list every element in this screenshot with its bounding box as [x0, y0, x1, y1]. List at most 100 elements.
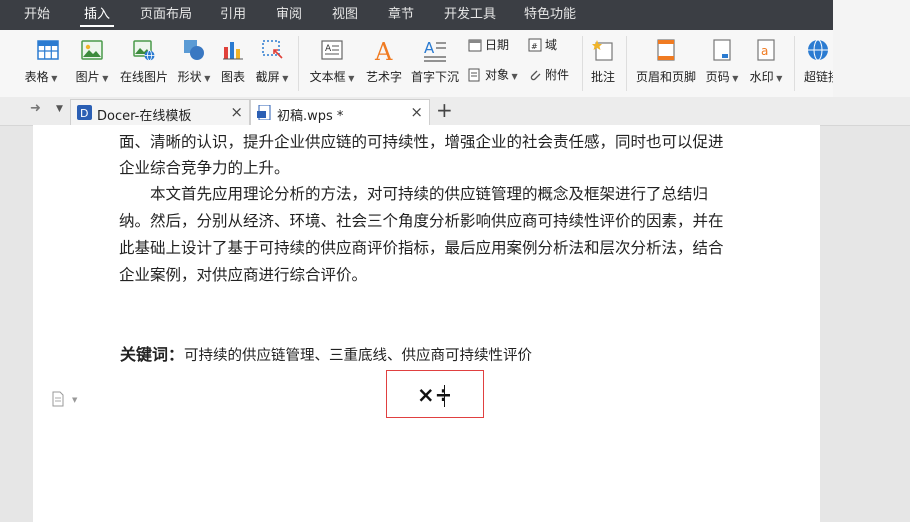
- hyperlink-button[interactable]: 超链接: [802, 30, 833, 97]
- date-button[interactable]: 日期: [468, 36, 509, 54]
- header-footer-label: 页眉和页脚: [635, 70, 696, 84]
- shape-icon: [184, 40, 204, 60]
- page-number-label: 页码: [705, 70, 730, 84]
- bar-chart-icon: [223, 42, 243, 60]
- text-line: 纳。然后，分别从经济、环境、社会三个角度分析影响供应商可持续性评价的因素，并在: [119, 212, 724, 230]
- object-label: 对象: [485, 68, 510, 82]
- comment-icon: [592, 40, 613, 61]
- watermark-button[interactable]: a 水印 ▼: [746, 30, 786, 97]
- close-icon[interactable]: ×: [230, 103, 243, 121]
- chevron-down-icon: ▼: [345, 74, 355, 83]
- tab-title: Docer-在线模板: [97, 109, 192, 124]
- menu-bar-right-area: [833, 0, 910, 30]
- online-picture-button[interactable]: 在线图片: [116, 30, 172, 97]
- textbox-icon: A: [321, 40, 343, 60]
- svg-text:D: D: [80, 107, 88, 120]
- chevron-down-icon[interactable]: ▼: [72, 396, 77, 404]
- object-button[interactable]: 对象 ▼: [468, 66, 518, 84]
- tab-references[interactable]: 引用: [220, 0, 246, 30]
- table-icon: [37, 40, 59, 60]
- chart-label: 图表: [220, 70, 245, 84]
- chevron-down-icon: ▼: [279, 74, 289, 83]
- online-picture-icon: [133, 40, 155, 61]
- close-icon[interactable]: ×: [410, 103, 423, 121]
- field-icon: #: [528, 38, 542, 52]
- header-footer-button[interactable]: 页眉和页脚: [634, 30, 698, 97]
- svg-text:A: A: [424, 39, 435, 57]
- wordart-button[interactable]: A 艺术字: [362, 30, 406, 97]
- calendar-icon: [468, 39, 482, 52]
- shape-button[interactable]: 形状 ▼: [174, 30, 214, 97]
- ribbon-toolbar: 表格 ▼ 图片 ▼ 在线图片 形状 ▼ 图表 截屏 ▼ A 文本框 ▼ A 艺术…: [0, 30, 833, 98]
- field-button[interactable]: # 域: [528, 36, 557, 54]
- online-picture-label: 在线图片: [119, 70, 168, 84]
- tab-docer-templates[interactable]: D Docer-在线模板 ×: [70, 99, 250, 125]
- screenshot-button[interactable]: 截屏 ▼: [252, 30, 292, 97]
- watermark-label: 水印: [749, 70, 774, 84]
- page-number-button[interactable]: 页码 ▼: [702, 30, 742, 97]
- chevron-down-icon: ▼: [729, 74, 739, 83]
- paragraph-layout-icon[interactable]: [52, 391, 66, 407]
- workspace-left-gutter: [0, 125, 33, 522]
- text-line: 本文首先应用理论分析的方法，对可持续的供应链管理的概念及框架进行了总结归: [150, 185, 709, 203]
- chart-button[interactable]: 图表: [216, 30, 250, 97]
- tab-insert[interactable]: 插入: [79, 0, 115, 30]
- text-line: 此基础上设计了基于可持续的供应商评价指标，最后应用案例分析法和层次分析法，结合: [119, 239, 724, 257]
- attachment-label: 附件: [545, 68, 570, 82]
- ribbon-divider: [582, 36, 583, 91]
- screenshot-icon: [262, 40, 283, 59]
- textbox-button[interactable]: A 文本框 ▼: [308, 30, 356, 97]
- tab-page-layout[interactable]: 页面布局: [140, 0, 192, 30]
- tab-special-features[interactable]: 特色功能: [524, 0, 576, 30]
- object-icon: [468, 68, 480, 82]
- tab-nav-arrow-icon[interactable]: ➜: [30, 101, 41, 116]
- comment-label: 批注: [590, 70, 615, 84]
- dropcap-button[interactable]: A 首字下沉: [408, 30, 462, 97]
- picture-button[interactable]: 图片 ▼: [70, 30, 114, 97]
- attachment-icon: [530, 70, 541, 81]
- text-line: 企业案例，对供应商进行综合评价。: [119, 266, 368, 284]
- math-symbols: ×÷: [417, 383, 453, 407]
- screenshot-label: 截屏: [255, 70, 280, 84]
- chevron-down-icon: ▼: [509, 72, 518, 81]
- keywords-line: 关键词：可持续的供应链管理、三重底线、供应商可持续性评价: [120, 345, 532, 366]
- svg-text:A: A: [374, 38, 393, 62]
- text-caret: [444, 385, 445, 407]
- tab-section[interactable]: 章节: [388, 0, 414, 30]
- hyperlink-icon: [807, 39, 828, 61]
- dropcap-label: 首字下沉: [410, 70, 459, 84]
- hyperlink-label: 超链接: [804, 70, 833, 84]
- tab-title: 初稿.wps *: [277, 109, 344, 124]
- docer-logo-icon: D: [77, 105, 92, 120]
- equation-box[interactable]: ×÷: [386, 370, 484, 418]
- wordart-label: 艺术字: [365, 70, 402, 84]
- attachment-button[interactable]: 附件: [528, 66, 569, 84]
- keywords-text: 可持续的供应链管理、三重底线、供应商可持续性评价: [184, 348, 533, 364]
- tab-review[interactable]: 审阅: [276, 0, 302, 30]
- shape-label: 形状: [177, 70, 202, 84]
- page-number-icon: [713, 39, 731, 61]
- chevron-down-icon: ▼: [773, 74, 783, 83]
- chevron-down-icon: ▼: [201, 74, 211, 83]
- tab-view[interactable]: 视图: [332, 0, 358, 30]
- watermark-icon: a: [757, 39, 775, 61]
- tab-developer[interactable]: 开发工具: [444, 0, 496, 30]
- wps-document-icon: [257, 105, 271, 120]
- tab-list-dropdown-icon[interactable]: ▼: [56, 104, 63, 114]
- tab-home[interactable]: 开始: [24, 0, 50, 30]
- svg-text:A: A: [325, 44, 332, 54]
- workspace-right-gutter: [820, 125, 910, 522]
- new-tab-button[interactable]: +: [436, 98, 453, 122]
- wordart-icon: A: [374, 38, 393, 62]
- picture-icon: [81, 40, 103, 60]
- tab-draft-document[interactable]: 初稿.wps * ×: [250, 99, 430, 125]
- picture-label: 图片: [75, 70, 100, 84]
- table-button[interactable]: 表格 ▼: [24, 30, 72, 97]
- header-footer-icon: [657, 39, 675, 61]
- textbox-label: 文本框: [309, 70, 346, 84]
- table-label: 表格: [24, 70, 49, 84]
- text-line: 面、清晰的认识，提升企业供应链的可持续性，增强企业的社会责任感，同时也可以促进: [119, 133, 724, 151]
- ribbon-right-area: [833, 30, 910, 97]
- comment-button[interactable]: 批注: [586, 30, 620, 97]
- keywords-label: 关键词：: [120, 345, 185, 364]
